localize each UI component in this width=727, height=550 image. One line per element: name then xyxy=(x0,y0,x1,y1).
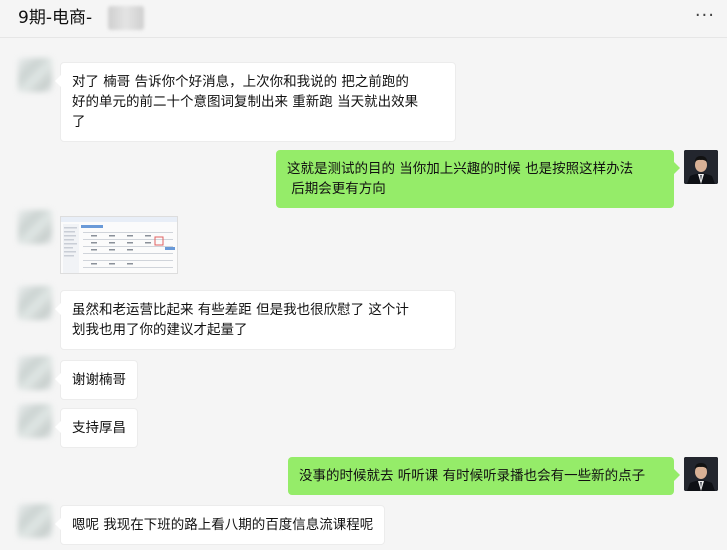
person-portrait-icon xyxy=(684,457,718,491)
message-line: 嗯呢 我现在下班的路上看八期的百度信息流课程呢 xyxy=(72,517,374,533)
message-bubble-incoming[interactable]: 嗯呢 我现在下班的路上看八期的百度信息流课程呢 xyxy=(54,505,386,545)
sender-avatar[interactable] xyxy=(18,210,52,244)
message-line: 划我也用了你的建议才起量了 xyxy=(72,322,248,338)
redacted-title-suffix xyxy=(108,6,144,30)
message-bubble-incoming[interactable]: 谢谢楠哥 xyxy=(55,360,138,400)
sender-avatar[interactable] xyxy=(18,286,52,320)
message-bubble-outgoing[interactable]: 这就是测试的目的 当你加上兴趣的时候 也是按照这样办法 后期会更有方向 xyxy=(276,150,680,208)
message-line: 虽然和老运营比起来 有些差距 但是我也很欣慰了 这个计 xyxy=(72,302,409,318)
message-line: 谢谢楠哥 xyxy=(72,372,126,388)
message-line: 后期会更有方向 xyxy=(287,181,386,197)
self-avatar[interactable] xyxy=(684,150,718,184)
chat-header: 9期-电商- ··· xyxy=(0,0,727,38)
sender-avatar[interactable] xyxy=(18,504,52,538)
image-message-thumbnail[interactable] xyxy=(60,216,178,274)
message-line: 没事的时候就去 听听课 有时候听录播也会有一些新的点子 xyxy=(299,468,646,484)
chat-title[interactable]: 9期-电商- xyxy=(18,6,92,30)
message-bubble-incoming[interactable]: 支持厚昌 xyxy=(55,408,138,448)
sender-avatar[interactable] xyxy=(18,404,52,438)
screenshot-thumbnail-icon xyxy=(61,217,177,273)
self-avatar[interactable] xyxy=(684,457,718,491)
message-line: 了 xyxy=(72,114,86,130)
message-bubble-incoming[interactable]: 对了 楠哥 告诉你个好消息，上次你和我说的 把之前跑的 好的单元的前二十个意图词… xyxy=(55,62,456,142)
sender-avatar[interactable] xyxy=(18,356,52,390)
message-line: 支持厚昌 xyxy=(72,420,126,436)
person-portrait-icon xyxy=(684,150,718,184)
message-bubble-outgoing[interactable]: 没事的时候就去 听听课 有时候听录播也会有一些新的点子 xyxy=(288,457,680,495)
message-line: 对了 楠哥 告诉你个好消息，上次你和我说的 把之前跑的 xyxy=(72,74,409,90)
more-options-icon[interactable]: ··· xyxy=(695,6,715,26)
message-line: 这就是测试的目的 当你加上兴趣的时候 也是按照这样办法 xyxy=(287,161,634,177)
message-bubble-incoming[interactable]: 虽然和老运营比起来 有些差距 但是我也很欣慰了 这个计 划我也用了你的建议才起量… xyxy=(55,290,456,350)
message-line: 好的单元的前二十个意图词复制出来 重新跑 当天就出效果 xyxy=(72,94,419,110)
sender-avatar[interactable] xyxy=(18,58,52,92)
